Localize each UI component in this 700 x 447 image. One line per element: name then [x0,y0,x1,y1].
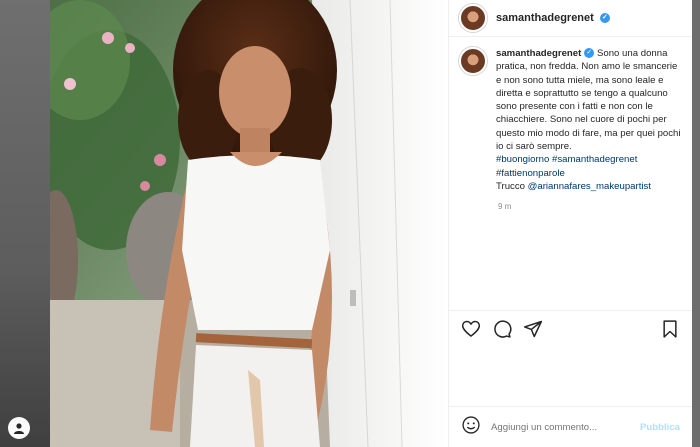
publish-button[interactable]: Pubblica [640,422,680,433]
caption-text: samanthadegrenet ✓ Sono una donna pratica… [496,47,682,193]
hashtag-link[interactable]: #buongiorno [496,154,549,165]
hashtag-link[interactable]: #samanthadegrenet [552,154,637,165]
page-backdrop-left [0,0,50,447]
post-photo[interactable] [50,0,448,447]
caption-username[interactable]: samanthadegrenet [496,48,581,59]
verified-badge-icon: ✓ [584,48,595,59]
share-icon[interactable] [523,319,543,339]
comment-bar: Pubblica [449,407,692,447]
hashtag-link[interactable]: #fattienonparole [496,167,682,180]
caption-hashtags: #buongiorno #samanthadegrenet [496,153,682,166]
action-bar [449,311,692,347]
comment-icon[interactable] [492,319,512,339]
post-timestamp[interactable]: 9 m [498,202,682,211]
author-avatar[interactable] [459,4,487,32]
author-username[interactable]: samanthadegrenet ✓ [496,12,610,24]
emoji-icon[interactable] [461,415,481,440]
post-header: samanthadegrenet ✓ [449,0,692,37]
author-username-text[interactable]: samanthadegrenet [496,12,594,24]
bookmark-icon[interactable] [660,319,680,339]
post-modal: samanthadegrenet ✓ samanthadegrenet ✓ Son… [50,0,692,447]
page-backdrop-right [692,0,700,447]
profile-icon[interactable] [8,417,30,439]
heart-icon[interactable] [461,319,481,339]
credit-prefix: Trucco [496,180,528,192]
caption-avatar[interactable] [459,47,487,75]
likes-area [449,347,692,407]
verified-badge-icon: ✓ [599,13,610,24]
caption-credit: Trucco @ariannafares_makeupartist [496,180,682,193]
post-sidebar: samanthadegrenet ✓ samanthadegrenet ✓ Son… [448,0,692,447]
caption-area: samanthadegrenet ✓ Sono una donna pratica… [449,37,692,311]
caption-body: Sono una donna pratica, non fredda. Non … [496,48,681,153]
comment-input[interactable] [491,421,641,433]
mention-link[interactable]: @ariannafares_makeupartist [528,181,651,192]
caption-row: samanthadegrenet ✓ Sono una donna pratica… [459,47,682,193]
